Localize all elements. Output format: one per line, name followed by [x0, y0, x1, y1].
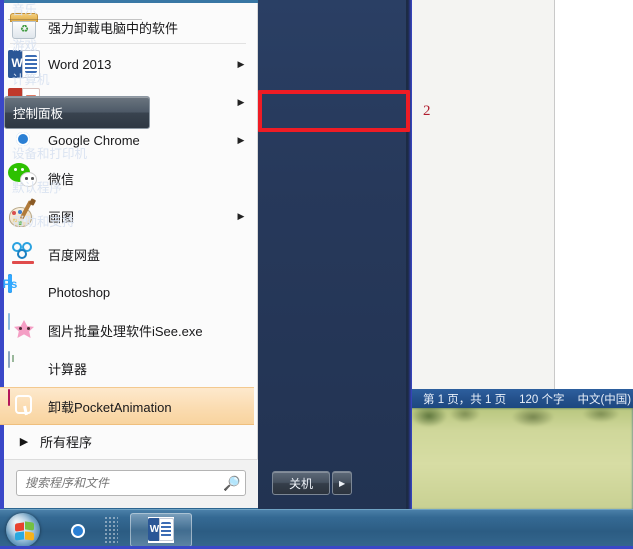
start-menu-right-pane — [258, 0, 408, 511]
menu-item-label: 帮助和支持 — [12, 215, 75, 229]
photoshop-icon: Ps — [3, 274, 40, 308]
all-programs-arrow-icon: ▶ — [19, 435, 29, 448]
submenu-arrow-icon[interactable]: ▶ — [234, 59, 248, 70]
shutdown-button[interactable]: 关机 — [272, 471, 331, 495]
menu-item-label: 卸载PocketAnimation — [48, 399, 172, 415]
menu-separator — [8, 19, 142, 20]
menu-item-label: 计算器 — [48, 361, 88, 377]
menu-item-label: 计算机 — [12, 73, 50, 87]
shutdown-options-arrow-icon[interactable]: ▶ — [332, 471, 353, 495]
word-icon: W — [148, 517, 174, 543]
search-icon[interactable]: 🔍 — [219, 475, 245, 492]
submenu-arrow-icon[interactable]: ▶ — [234, 135, 248, 146]
status-language[interactable]: 中文(中国) — [577, 391, 631, 407]
menu-item-help-and-support[interactable]: 帮助和支持 — [4, 204, 150, 237]
menu-item-baidu-netdisk[interactable]: 百度网盘 — [0, 235, 254, 273]
status-page-info[interactable]: 第 1 页，共 1 页 — [423, 391, 506, 407]
menu-item-label: 图片批量处理软件iSee.exe — [48, 323, 203, 339]
shutdown-row: 关机 ▶ — [258, 463, 408, 503]
menu-item-label: 设备和打印机 — [12, 147, 88, 161]
start-button[interactable] — [6, 513, 40, 547]
taskbar: W — [0, 509, 633, 549]
menu-item-label: 控制面板 — [13, 107, 64, 121]
all-programs-button[interactable]: ▶ 所有程序 — [0, 424, 254, 458]
annotation-step-2: 2 — [423, 103, 431, 119]
menu-item-games[interactable]: 游戏 — [4, 28, 150, 61]
menu-item-label: 默认程序 — [12, 181, 63, 195]
start-menu: ♻ 强力卸载电脑中的软件 W Word 2013 ▶ P PowerPoint … — [0, 0, 412, 511]
search-box[interactable]: 🔍 — [16, 470, 246, 496]
menu-item-music[interactable]: 音乐 — [4, 0, 150, 25]
search-input[interactable] — [17, 476, 219, 490]
menu-item-computer[interactable]: 计算机 — [4, 62, 150, 95]
calculator-icon — [8, 351, 40, 384]
word-document-page — [405, 0, 555, 392]
menu-item-control-panel[interactable]: 控制面板 — [4, 96, 150, 129]
menu-item-uninstall-pocketanimation[interactable]: 卸载PocketAnimation — [0, 387, 254, 425]
menu-item-label: 音乐 — [12, 3, 38, 17]
menu-item-isee[interactable]: 图片批量处理软件iSee.exe — [0, 311, 254, 349]
desktop-wallpaper-landscape — [405, 408, 633, 510]
isee-icon — [8, 313, 40, 346]
menu-item-photoshop[interactable]: Ps Photoshop — [0, 273, 254, 311]
submenu-arrow-icon[interactable]: ▶ — [234, 211, 248, 222]
taskbar-word-button[interactable]: W — [130, 513, 192, 547]
all-programs-label: 所有程序 — [40, 434, 93, 450]
menu-item-label: 百度网盘 — [48, 247, 101, 263]
shutdown-label: 关机 — [289, 476, 314, 491]
word-status-bar: 第 1 页，共 1 页 120 个字 中文(中国) — [389, 389, 633, 408]
search-area: 🔍 — [4, 460, 258, 508]
start-menu-right-border — [408, 0, 412, 511]
menu-item-default-programs[interactable]: 默认程序 — [4, 170, 150, 203]
annotation-box-control-panel — [258, 90, 410, 132]
taskbar-browser-icon[interactable] — [63, 516, 93, 546]
submenu-arrow-icon[interactable]: ▶ — [234, 97, 248, 108]
baidu-netdisk-icon — [8, 238, 40, 270]
menu-item-label: Photoshop — [48, 284, 111, 300]
status-word-count[interactable]: 120 个字 — [519, 391, 564, 407]
taskbar-separator — [104, 516, 118, 544]
menu-item-devices-and-printers[interactable]: 设备和打印机 — [4, 136, 150, 169]
menu-item-label: 游戏 — [12, 39, 38, 53]
pocketanimation-icon — [8, 389, 40, 422]
menu-item-calculator[interactable]: 计算器 — [0, 349, 254, 387]
